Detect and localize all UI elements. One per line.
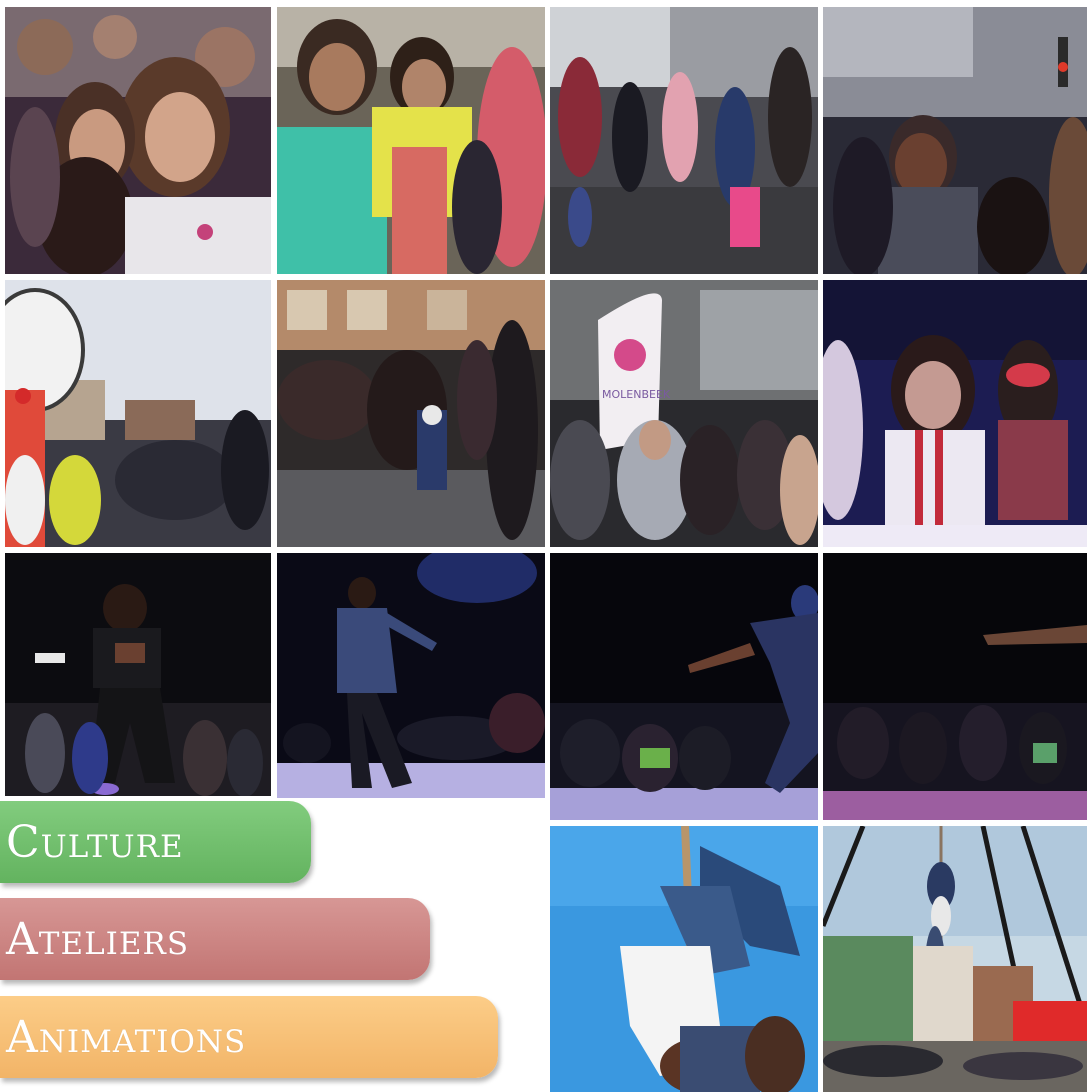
photo-festival-banner: MOLENBEEK: [550, 280, 818, 547]
photo-dancer-audience: [5, 553, 271, 796]
animations-label-text: Animations: [6, 1011, 247, 1063]
photo-audience-street: [277, 280, 545, 547]
culture-label[interactable]: Culture: [0, 801, 311, 883]
photo-street-dance: [550, 7, 818, 274]
photo-smiling-woman: [823, 7, 1087, 274]
photo-dancer-arm: [823, 553, 1087, 820]
ateliers-label-text: Ateliers: [6, 913, 190, 965]
photo-dancer-reaching: [550, 553, 818, 820]
culture-label-text: Culture: [6, 816, 184, 868]
photo-crowd-women: [5, 7, 271, 274]
photo-dancer-stage: [277, 553, 545, 798]
ateliers-label[interactable]: Ateliers: [0, 898, 430, 980]
photo-girls-stage-edge: [823, 280, 1087, 547]
banner-text: MOLENBEEK: [602, 388, 671, 401]
photo-aerial-rope-sky: [550, 826, 818, 1092]
animations-label[interactable]: Animations: [0, 996, 498, 1078]
photo-drummer-square: [5, 280, 271, 547]
photo-acrobats-square: [823, 826, 1087, 1092]
photo-girls-dancing: [277, 7, 545, 274]
